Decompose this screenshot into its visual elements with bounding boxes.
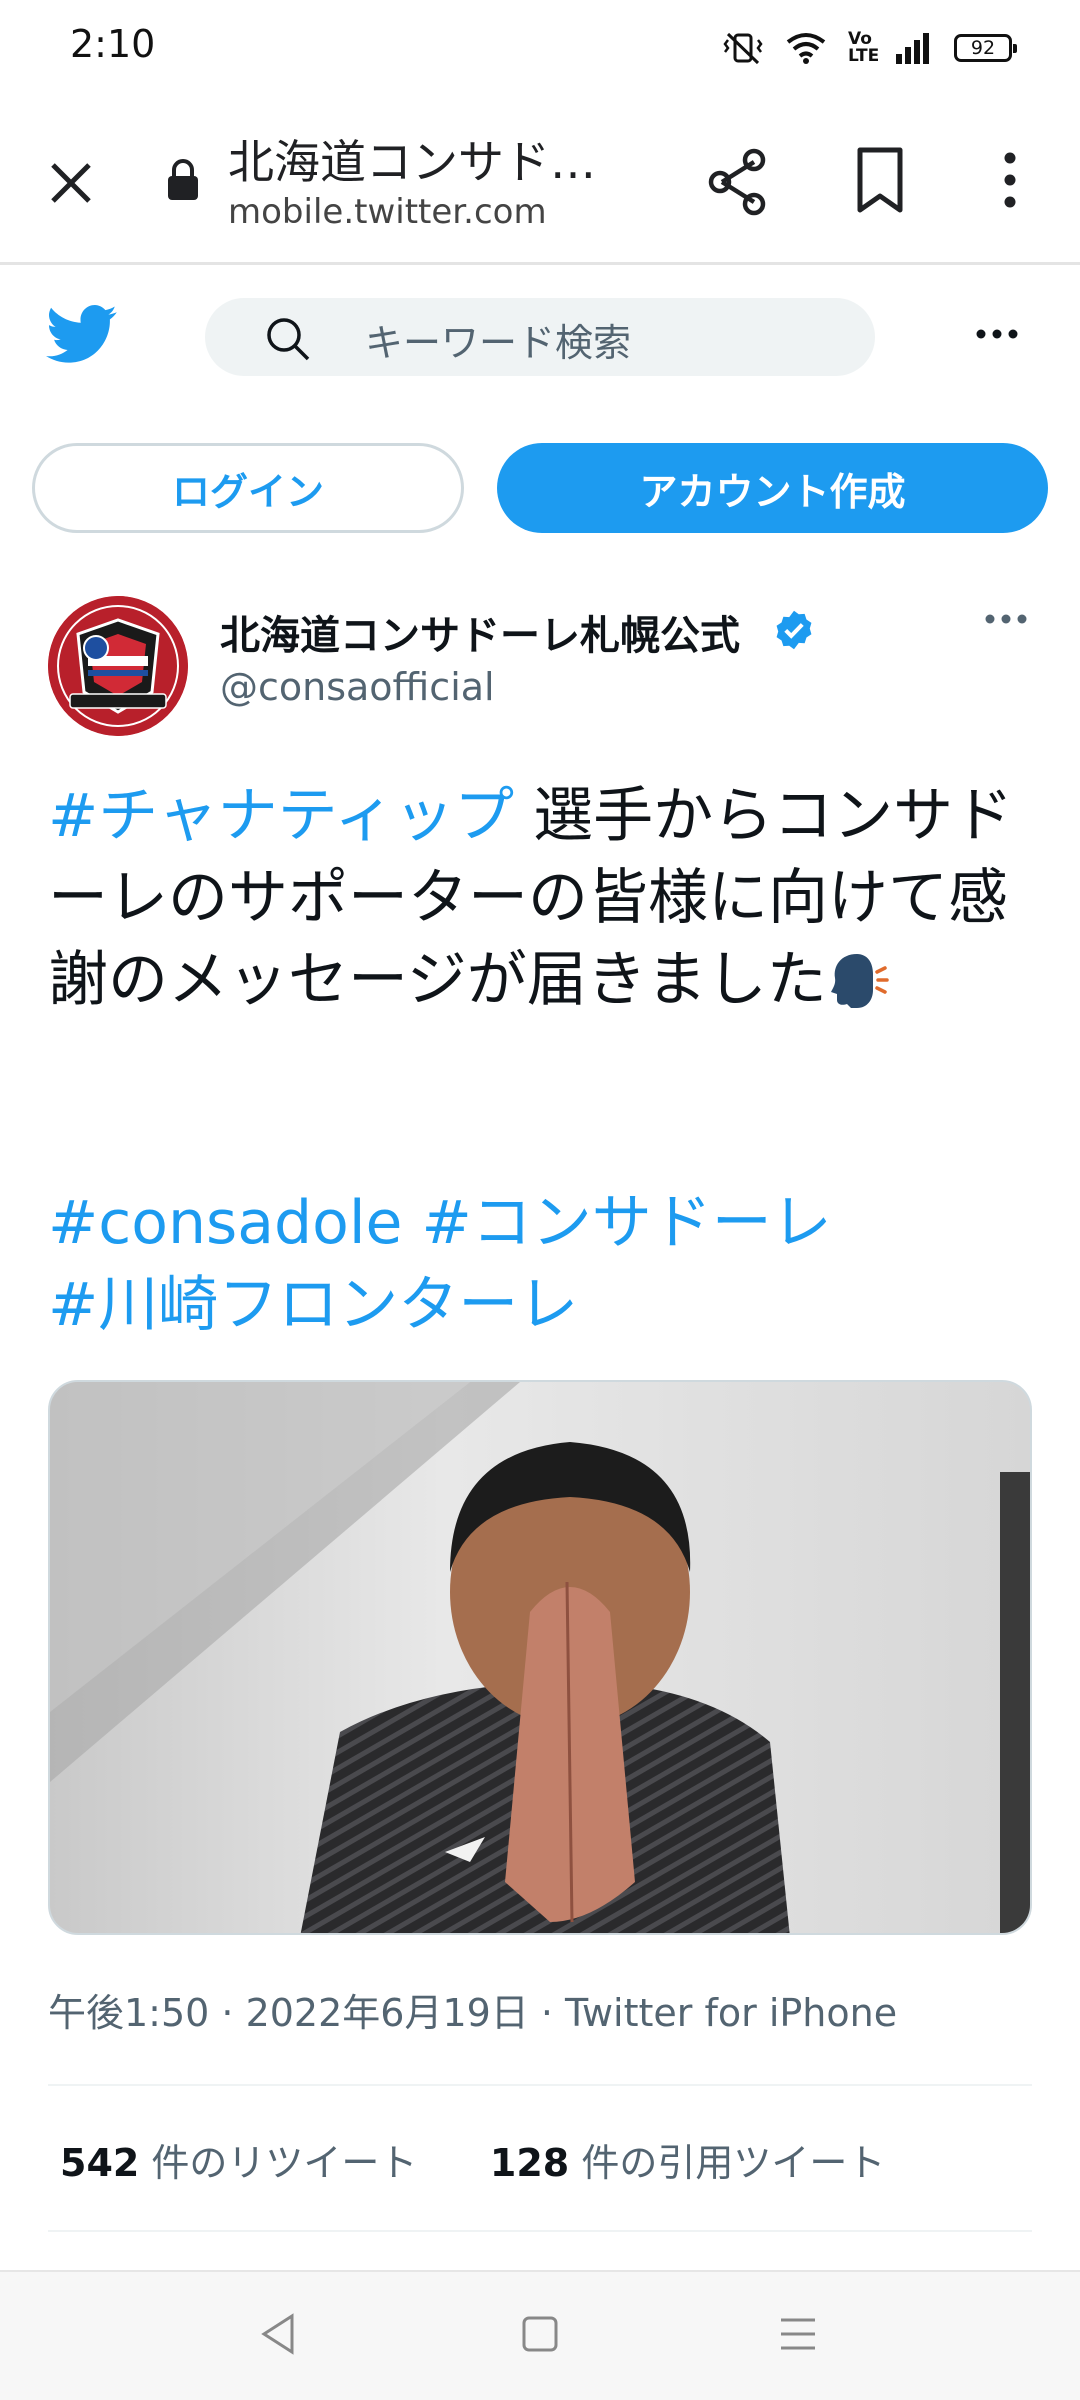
wifi-icon <box>786 33 826 64</box>
tweet-more-icon[interactable] <box>985 613 1027 625</box>
hashtag-line[interactable]: #川崎フロンターレ <box>48 1264 1038 1346</box>
more-vert-icon[interactable] <box>990 146 1030 216</box>
tweet-video[interactable] <box>48 1380 1032 1935</box>
system-navigation-bar <box>0 2270 1080 2400</box>
quote-stat[interactable]: 128 件の引用ツイート <box>490 2141 885 2185</box>
tweet-stats: 542 件のリツイート 128 件の引用ツイート <box>60 2132 885 2187</box>
more-horiz-icon <box>976 329 1018 339</box>
quote-count: 128 <box>489 2141 570 2185</box>
home-icon[interactable] <box>520 2314 560 2354</box>
volte-indicator: Vo LTE <box>848 29 880 66</box>
signal-icon <box>896 33 929 64</box>
search-placeholder: キーワード検索 <box>365 321 632 365</box>
search-input[interactable]: キーワード検索 <box>205 298 875 376</box>
close-icon <box>51 163 91 203</box>
bookmark-icon[interactable] <box>855 146 905 216</box>
tweet-hashtags: #consadole #コンサドーレ #川崎フロンターレ <box>48 1182 1038 1346</box>
divider <box>48 2230 1032 2232</box>
divider <box>48 2084 1032 2086</box>
status-time: 2:10 <box>70 22 156 66</box>
avatar[interactable] <box>48 596 188 736</box>
back-icon[interactable] <box>258 2312 298 2356</box>
browser-toolbar: 北海道コンサド… mobile.twitter.com <box>0 100 1080 265</box>
lock-icon[interactable] <box>166 158 200 202</box>
battery-icon: 92 <box>954 34 1017 62</box>
more-options-button[interactable] <box>975 312 1019 356</box>
hashtag-line[interactable]: #consadole #コンサドーレ <box>48 1182 1038 1264</box>
speaking-head-emoji-icon <box>830 954 889 1008</box>
search-icon <box>267 318 310 361</box>
club-crest-logo <box>48 596 188 736</box>
quote-label: 件の引用ツイート <box>581 2141 886 2185</box>
share-icon[interactable] <box>706 146 770 218</box>
tweet-text: #チャナティップ 選手からコンサドーレのサポーターの皆様に向けて感謝のメッセージ… <box>48 775 1038 1021</box>
twitter-logo-icon[interactable] <box>46 305 118 365</box>
video-thumbnail <box>50 1382 1030 1933</box>
status-icons: Vo LTE 92 <box>722 26 1017 70</box>
author-handle[interactable]: @consaofficial <box>220 665 495 709</box>
tweet-timestamp[interactable]: 午後1:50 · 2022年6月19日 · Twitter for iPhone <box>48 1982 897 2037</box>
page-url[interactable]: mobile.twitter.com <box>228 192 547 232</box>
login-button[interactable]: ログイン <box>32 443 464 533</box>
status-bar: 2:10 Vo LTE 92 <box>0 0 1080 100</box>
vibrate-icon <box>723 32 763 65</box>
retweet-count: 542 <box>60 2141 140 2185</box>
verified-badge-icon <box>776 610 812 650</box>
hashtag-link[interactable]: #チャナティップ <box>48 781 514 851</box>
recents-menu-icon[interactable] <box>778 2314 818 2354</box>
close-button[interactable] <box>40 152 102 214</box>
author-name[interactable]: 北海道コンサドーレ札幌公式 <box>220 603 740 661</box>
retweet-label: 件のリツイート <box>151 2141 418 2185</box>
retweet-stat[interactable]: 542 件のリツイート <box>60 2141 417 2185</box>
signup-button[interactable]: アカウント作成 <box>497 443 1048 533</box>
page-title: 北海道コンサド… <box>228 135 596 189</box>
